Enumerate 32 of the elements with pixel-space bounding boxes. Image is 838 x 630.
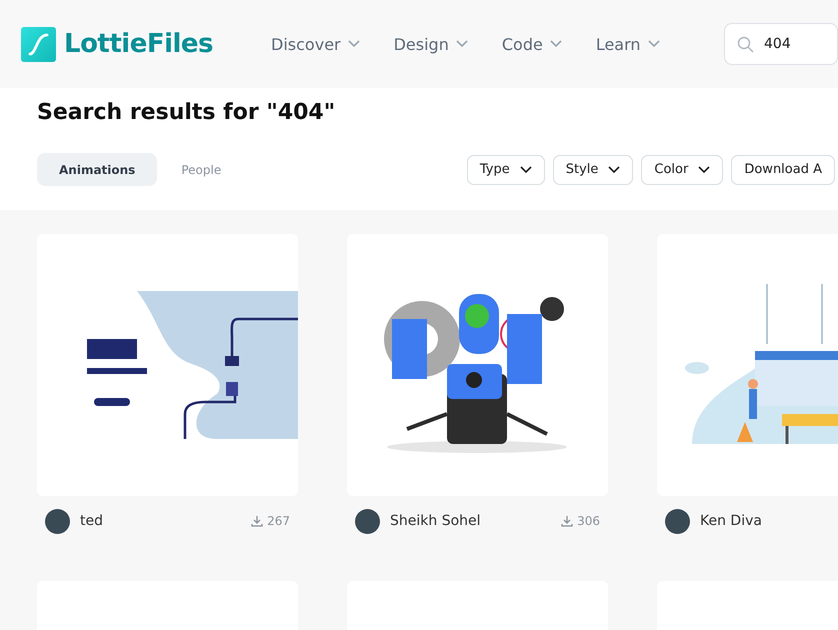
search-icon [737,36,754,52]
nav-menu[interactable]: Design [394,34,468,54]
author-name[interactable]: ted [80,513,103,529]
filter-dropdown[interactable]: Style [552,154,634,184]
page-title: Search results for "404" [37,100,336,127]
download-icon [251,515,264,527]
chevron-down-icon [698,166,710,174]
chevron-down-icon [550,40,562,48]
nav-menu[interactable]: Learn [596,34,660,54]
avatar[interactable] [355,508,380,534]
tab[interactable]: Animations [37,153,158,186]
search-field[interactable]: 404 [724,23,838,65]
chevron-down-icon [520,166,532,174]
author-name[interactable]: Ken Diva [700,513,762,529]
filter-dropdown[interactable]: Type [466,154,545,184]
nav-menu[interactable]: Discover [271,34,360,54]
chevron-down-icon [456,40,468,48]
chevron-down-icon [348,40,360,48]
download-icon [561,515,574,527]
filter-dropdown[interactable]: Color [641,154,724,184]
logo-text[interactable]: LottieFiles [64,29,214,59]
filter-dropdown[interactable]: Download A [731,154,835,184]
nav-menu[interactable]: Code [502,34,562,54]
author-name[interactable]: Sheikh Sohel [390,513,481,529]
avatar[interactable] [665,508,690,534]
chevron-down-icon [648,40,660,48]
download-count: 306 [577,514,600,528]
search-input[interactable]: 404 [764,29,825,59]
avatar[interactable] [45,508,70,534]
logo-icon [21,26,56,62]
download-count: 267 [267,514,290,528]
chevron-down-icon [608,166,620,174]
